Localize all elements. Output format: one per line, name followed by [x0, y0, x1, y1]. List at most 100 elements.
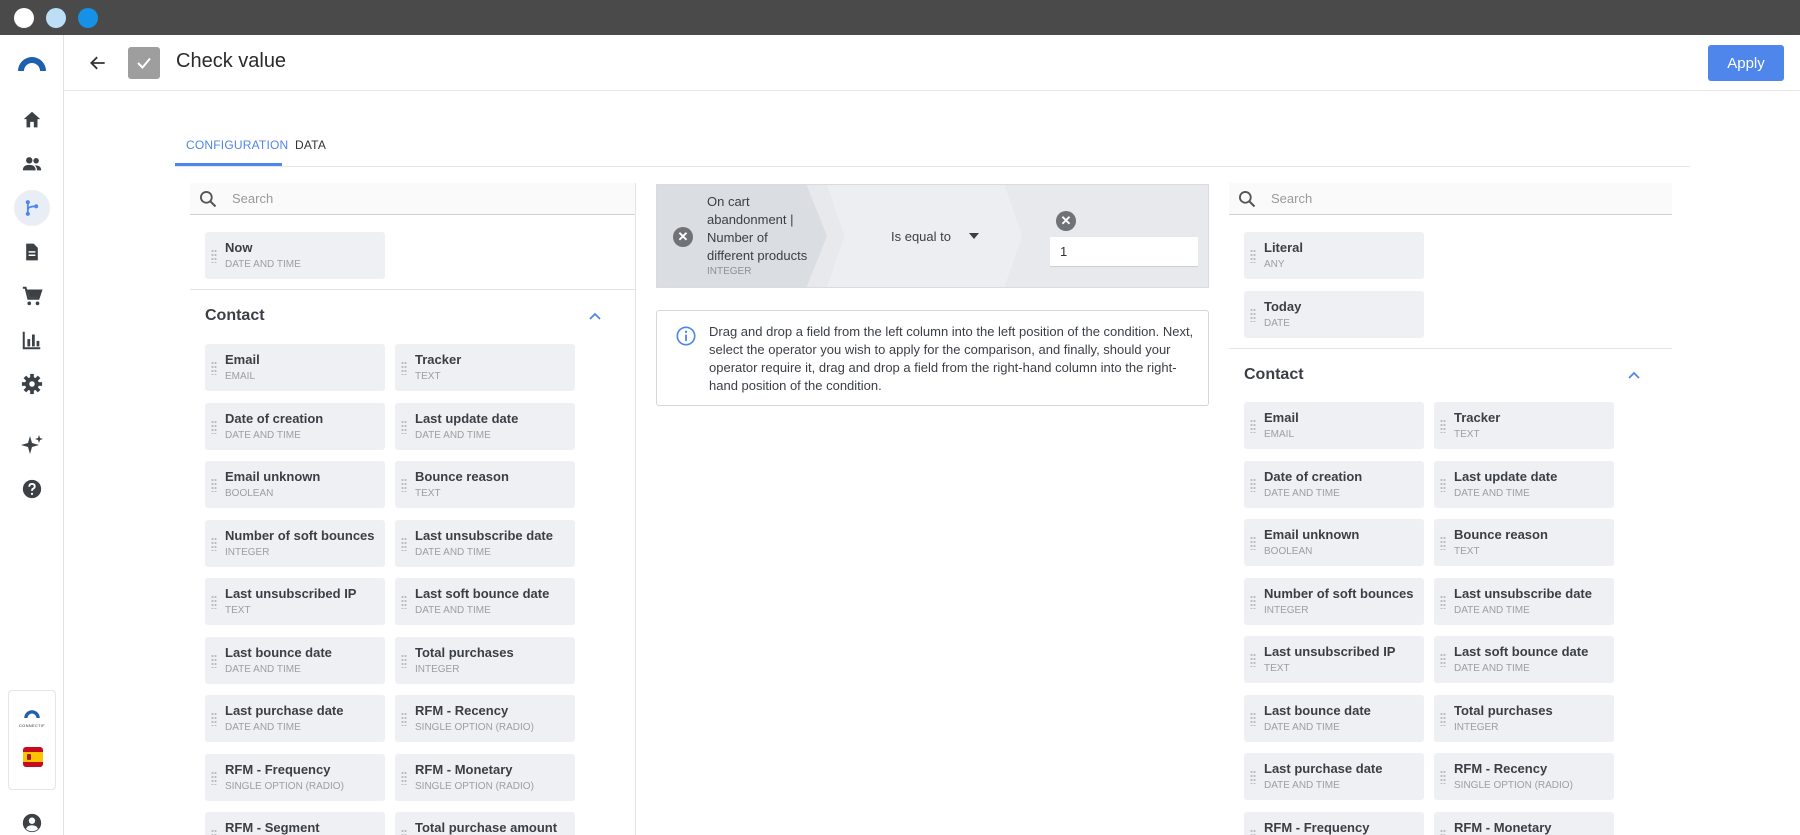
field-chip[interactable]: Last unsubscribe date DATE AND TIME — [395, 519, 575, 567]
field-chip[interactable]: Total purchase amount — [395, 812, 575, 835]
window-minimize-dot[interactable] — [46, 8, 66, 28]
field-chip[interactable]: RFM - Recency SINGLE OPTION (RADIO) — [395, 695, 575, 742]
drag-handle-icon[interactable] — [401, 829, 407, 835]
cart-icon[interactable] — [14, 278, 50, 314]
field-chip[interactable]: Number of soft bounces INTEGER — [205, 519, 385, 567]
contacts-icon[interactable] — [14, 146, 50, 182]
field-chip[interactable]: Last unsubscribed IP TEXT — [1244, 636, 1424, 683]
field-chip[interactable]: RFM - Recency SINGLE OPTION (RADIO) — [1434, 753, 1614, 800]
field-chip[interactable]: Today DATE — [1244, 290, 1424, 338]
field-chip[interactable]: Last unsubscribed IP TEXT — [205, 578, 385, 625]
drag-handle-icon[interactable] — [401, 712, 407, 726]
drag-handle-icon[interactable] — [1250, 770, 1256, 784]
field-chip[interactable]: Last unsubscribe date DATE AND TIME — [1434, 577, 1614, 625]
drag-handle-icon[interactable] — [1250, 249, 1256, 263]
drag-handle-icon[interactable] — [1250, 711, 1256, 726]
condition-right-value-input[interactable] — [1050, 237, 1198, 267]
ai-sparkle-icon[interactable] — [14, 427, 50, 463]
drag-handle-icon[interactable] — [211, 653, 217, 668]
tab-configuration[interactable]: CONFIGURATION — [186, 138, 288, 152]
drag-handle-icon[interactable] — [401, 770, 407, 785]
drag-handle-icon[interactable] — [401, 653, 407, 668]
documents-icon[interactable] — [14, 234, 50, 270]
field-chip[interactable]: Email EMAIL — [205, 344, 385, 391]
drag-handle-icon[interactable] — [211, 829, 217, 835]
field-chip[interactable]: RFM - Segment — [205, 812, 385, 835]
drag-handle-icon[interactable] — [1250, 594, 1256, 609]
field-chip[interactable]: Last update date DATE AND TIME — [1434, 460, 1614, 508]
left-search-input[interactable]: Search — [232, 191, 273, 206]
remove-left-field-icon[interactable]: ✕ — [673, 227, 693, 247]
window-close-dot[interactable] — [14, 8, 34, 28]
drag-handle-icon[interactable] — [211, 536, 217, 551]
field-chip[interactable]: RFM - Frequency SINGLE OPTION (RADIO) — [205, 753, 385, 801]
field-chip[interactable]: Last bounce date DATE AND TIME — [1244, 694, 1424, 742]
drag-handle-icon[interactable] — [1250, 828, 1256, 835]
back-button[interactable] — [84, 49, 112, 77]
drag-handle-icon[interactable] — [401, 595, 407, 609]
left-search-bar[interactable]: Search — [190, 183, 636, 215]
field-chip[interactable]: Total purchases INTEGER — [395, 636, 575, 684]
drag-handle-icon[interactable] — [401, 478, 407, 492]
drag-handle-icon[interactable] — [211, 595, 217, 609]
apply-button[interactable]: Apply — [1708, 45, 1784, 81]
drag-handle-icon[interactable] — [1440, 828, 1446, 835]
tab-data[interactable]: DATA — [295, 138, 326, 152]
field-chip[interactable]: Last soft bounce date DATE AND TIME — [1434, 636, 1614, 683]
help-icon[interactable] — [14, 471, 50, 507]
field-chip[interactable]: Last update date DATE AND TIME — [395, 402, 575, 450]
workflow-icon[interactable] — [14, 190, 50, 226]
drag-handle-icon[interactable] — [211, 478, 217, 492]
field-chip[interactable]: RFM - Monetary — [1434, 811, 1614, 835]
drag-handle-icon[interactable] — [1440, 711, 1446, 726]
drag-handle-icon[interactable] — [401, 419, 407, 434]
settings-icon[interactable] — [14, 366, 50, 402]
drag-handle-icon[interactable] — [1440, 419, 1446, 433]
drag-handle-icon[interactable] — [1250, 419, 1256, 433]
drag-handle-icon[interactable] — [1440, 536, 1446, 550]
drag-handle-icon[interactable] — [211, 712, 217, 726]
right-search-bar[interactable]: Search — [1229, 183, 1672, 215]
field-chip[interactable]: Last bounce date DATE AND TIME — [205, 636, 385, 684]
drag-handle-icon[interactable] — [1250, 653, 1256, 667]
analytics-icon[interactable] — [14, 322, 50, 358]
spain-flag-icon[interactable] — [23, 747, 43, 767]
field-chip[interactable]: Bounce reason TEXT — [1434, 519, 1614, 566]
drag-handle-icon[interactable] — [1440, 770, 1446, 784]
operator-select[interactable]: Is equal to — [891, 229, 951, 244]
field-chip[interactable]: Date of creation DATE AND TIME — [1244, 460, 1424, 508]
drag-handle-icon[interactable] — [1440, 653, 1446, 667]
field-chip[interactable]: Literal ANY — [1244, 232, 1424, 279]
chevron-up-icon[interactable] — [1627, 370, 1641, 380]
drag-handle-icon[interactable] — [211, 419, 217, 434]
drag-handle-icon[interactable] — [1440, 594, 1446, 609]
drag-handle-icon[interactable] — [211, 770, 217, 785]
field-chip[interactable]: Number of soft bounces INTEGER — [1244, 577, 1424, 625]
field-chip[interactable]: Last soft bounce date DATE AND TIME — [395, 578, 575, 625]
drag-handle-icon[interactable] — [1250, 477, 1256, 492]
field-chip[interactable]: Email unknown BOOLEAN — [205, 461, 385, 508]
right-search-input[interactable]: Search — [1271, 191, 1312, 206]
drag-handle-icon[interactable] — [211, 249, 217, 263]
field-chip[interactable]: Tracker TEXT — [395, 344, 575, 391]
logo-icon[interactable] — [14, 45, 50, 81]
account-icon[interactable] — [14, 805, 50, 835]
drag-handle-icon[interactable] — [1250, 307, 1256, 322]
workspace-switcher[interactable]: CONNECTIF — [8, 690, 56, 790]
field-chip[interactable]: Email unknown BOOLEAN — [1244, 519, 1424, 566]
caret-down-icon[interactable] — [969, 233, 979, 239]
field-chip[interactable]: Date of creation DATE AND TIME — [205, 402, 385, 450]
drag-handle-icon[interactable] — [211, 361, 217, 375]
drag-handle-icon[interactable] — [401, 536, 407, 551]
field-chip[interactable]: RFM - Frequency — [1244, 811, 1424, 835]
field-chip[interactable]: Last purchase date DATE AND TIME — [1244, 753, 1424, 800]
field-chip[interactable]: Tracker TEXT — [1434, 402, 1614, 449]
drag-handle-icon[interactable] — [401, 361, 407, 375]
drag-handle-icon[interactable] — [1440, 477, 1446, 492]
chevron-up-icon[interactable] — [588, 311, 602, 321]
field-chip[interactable]: Email EMAIL — [1244, 402, 1424, 449]
field-chip[interactable]: Total purchases INTEGER — [1434, 694, 1614, 742]
field-chip[interactable]: Now DATE AND TIME — [205, 232, 385, 279]
field-chip[interactable]: RFM - Monetary SINGLE OPTION (RADIO) — [395, 753, 575, 801]
field-chip[interactable]: Bounce reason TEXT — [395, 461, 575, 508]
